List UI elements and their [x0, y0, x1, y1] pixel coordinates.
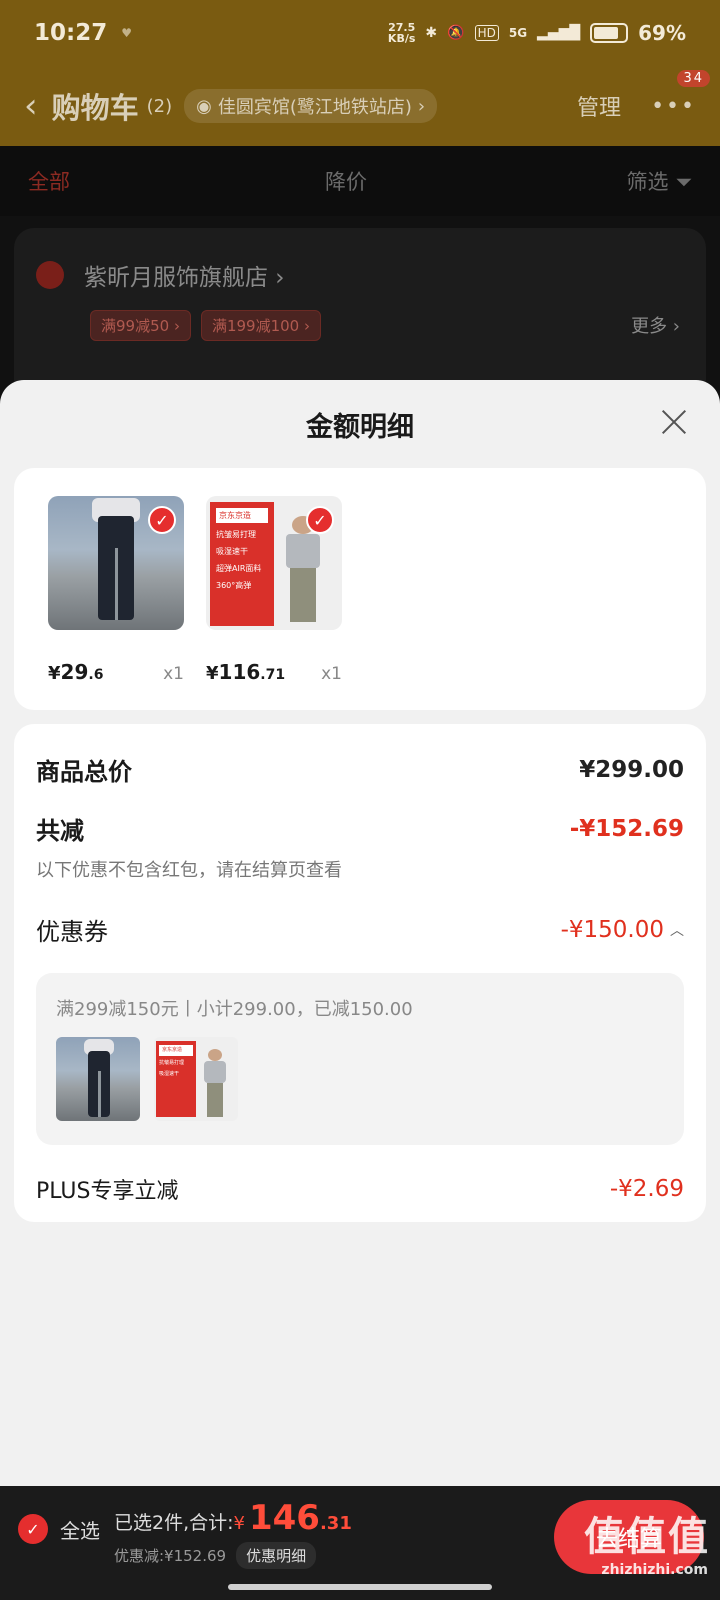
- store-more-link[interactable]: 更多 ›: [631, 312, 680, 338]
- sheet-title: 金额明细: [306, 411, 414, 443]
- thumb-text: 抗皱易打理: [216, 530, 256, 539]
- plus-label: PLUS专享立减: [36, 1179, 179, 1204]
- plus-value: -¥2.69: [609, 1176, 684, 1202]
- coupon-detail-text: 满299减150元丨小计299.00，已减150.00: [56, 999, 413, 1020]
- product-item[interactable]: 京东京造 抗皱易打理 吸湿速干 超弹AIR面料 360°高弹 ✓ ¥116.71…: [206, 496, 342, 684]
- product-thumbnail: 京东京造 抗皱易打理 吸湿速干 超弹AIR面料 360°高弹 ✓: [206, 496, 342, 630]
- back-icon[interactable]: ‹: [24, 86, 38, 126]
- home-indicator[interactable]: [228, 1584, 492, 1590]
- total-row: 商品总价 ¥299.00: [36, 752, 684, 787]
- battery-icon: [590, 23, 629, 43]
- checkout-bar: ✓ 全选 已选2件,合计: ¥ 146 .31 优惠减:¥152.69 优惠明细…: [0, 1486, 720, 1600]
- funnel-icon: ⏷: [675, 170, 692, 194]
- product-thumbnail: [56, 1037, 140, 1121]
- site-watermark: 值值值: [584, 1514, 710, 1560]
- thumb-text: 吸湿速干: [159, 1071, 180, 1077]
- tab-all[interactable]: 全部: [28, 166, 70, 196]
- manage-button[interactable]: 管理: [577, 90, 621, 122]
- checked-icon: ✓: [306, 506, 334, 534]
- total-decimal: .31: [319, 1513, 352, 1534]
- store-name[interactable]: 紫昕月服饰旗舰店 ›: [84, 258, 285, 292]
- product-thumbnail: 京东京造 抗皱易打理 吸湿速干: [154, 1037, 238, 1121]
- thumb-text: 超弹AIR面料: [216, 564, 262, 573]
- more-dots-icon: •••: [651, 93, 696, 119]
- select-all[interactable]: ✓ 全选: [18, 1514, 100, 1544]
- status-bar: 10:27 ♥ 27.5 KB/s ✱ 🔕 HD 5G ▂▄▆█ 69%: [0, 0, 720, 66]
- sheet-header: 金额明细: [0, 380, 720, 468]
- cart-header: ‹ 购物车 (2) ◉ 佳圆宾馆(鹭江地铁站店) › 管理 ••• 34: [0, 66, 720, 146]
- watermark-url: zhizhizhi.com: [601, 1562, 708, 1578]
- address-selector[interactable]: ◉ 佳圆宾馆(鹭江地铁站店) ›: [184, 89, 438, 123]
- page-title: 购物车: [51, 91, 139, 125]
- discount-note: 以下优惠不包含红包，请在结算页查看: [36, 860, 342, 881]
- discount-summary: 优惠减:¥152.69: [114, 1547, 227, 1565]
- battery-percent: 69%: [638, 21, 686, 45]
- total-amount: 146: [248, 1498, 320, 1538]
- coupon-row[interactable]: 优惠券 -¥150.00 ︿: [36, 912, 684, 947]
- discount-value: -¥152.69: [569, 815, 684, 842]
- thumb-text: 抗皱易打理: [159, 1060, 185, 1066]
- thumb-brand-tag: 京东京造: [216, 508, 268, 523]
- currency-symbol: ¥: [48, 663, 61, 684]
- bluetooth-icon: ✱: [425, 25, 438, 41]
- filter-button[interactable]: 筛选 ⏷: [627, 166, 693, 196]
- product-item[interactable]: ✓ ¥29.6 x1: [48, 496, 184, 684]
- thumb-brand-tag: 京东京造: [159, 1045, 193, 1056]
- signal-icon: ▂▄▆█: [537, 25, 581, 41]
- close-icon[interactable]: [654, 402, 694, 442]
- message-badge: 34: [677, 69, 710, 87]
- product-price: ¥29.6: [48, 660, 103, 684]
- more-button[interactable]: ••• 34: [651, 69, 710, 119]
- mute-icon: 🔕: [447, 25, 465, 41]
- heart-icon: ♥: [121, 26, 132, 40]
- speed-unit: KB/s: [387, 32, 416, 45]
- network-type: 5G: [508, 26, 528, 40]
- thumb-text: 吸湿速干: [216, 547, 248, 556]
- total-summary: 已选2件,合计: ¥ 146 .31 优惠减:¥152.69 优惠明细: [114, 1498, 352, 1569]
- coupon-products: 京东京造 抗皱易打理 吸湿速干: [56, 1037, 664, 1121]
- discount-detail-button[interactable]: 优惠明细: [236, 1542, 317, 1569]
- chevron-right-icon: ›: [417, 95, 426, 117]
- price-decimal: .71: [260, 667, 286, 683]
- status-icons: 27.5 KB/s ✱ 🔕 HD 5G ▂▄▆█ 69%: [388, 21, 686, 45]
- filter-label: 筛选: [626, 170, 669, 194]
- product-thumbnail: ✓: [48, 496, 184, 630]
- tab-price-drop[interactable]: 降价: [325, 166, 367, 196]
- product-price: ¥116.71: [206, 660, 285, 684]
- product-quantity: x1: [163, 664, 184, 684]
- store-coupon[interactable]: 满199减100 ›: [200, 310, 321, 341]
- total-value: ¥299.00: [579, 756, 684, 783]
- plus-row: PLUS专享立减 -¥2.69: [36, 1173, 684, 1205]
- network-speed: 27.5 KB/s: [388, 22, 415, 44]
- address-text: 佳圆宾馆(鹭江地铁站店): [217, 97, 412, 118]
- price-decimal: .6: [88, 667, 104, 683]
- cart-tabs: 全部 降价 筛选 ⏷: [0, 146, 720, 216]
- price-integer: 116: [218, 660, 261, 684]
- store-coupon[interactable]: 满99减50 ›: [90, 310, 191, 341]
- select-all-label: 全选: [60, 1518, 100, 1543]
- thumb-text: 360°高弹: [216, 581, 252, 590]
- store-check-icon[interactable]: [36, 261, 64, 289]
- checked-icon: ✓: [18, 1514, 48, 1544]
- status-time: 10:27: [34, 20, 108, 46]
- discount-label: 共减: [36, 817, 84, 845]
- total-label: 商品总价: [36, 758, 132, 786]
- product-list: ✓ ¥29.6 x1 京东京造 抗皱易打理 吸湿速干 超弹AIR面料 360°高…: [14, 468, 706, 710]
- price-breakdown: 商品总价 ¥299.00 共减 -¥152.69 以下优惠不包含红包，请在结算页…: [14, 724, 706, 1222]
- checked-icon: ✓: [148, 506, 176, 534]
- coupon-label: 优惠券: [36, 918, 108, 946]
- chevron-up-icon[interactable]: ︿: [670, 920, 684, 940]
- discount-row: 共减 -¥152.69: [36, 811, 684, 846]
- coupon-value: -¥150.00: [560, 916, 664, 943]
- currency-symbol: ¥: [206, 663, 219, 684]
- price-integer: 29: [60, 660, 89, 684]
- amount-detail-sheet: 金额明细 ✓ ¥29.6 x1 京东京造 抗皱易打理 吸湿速干 超弹AIR面料 …: [0, 380, 720, 1486]
- product-quantity: x1: [321, 664, 342, 684]
- selected-count: 已选2件,合计:: [114, 1512, 234, 1534]
- currency-symbol: ¥: [233, 1513, 245, 1534]
- cart-count: (2): [146, 95, 173, 117]
- eye-icon: ◉: [196, 95, 212, 117]
- coupon-detail-box: 满299减150元丨小计299.00，已减150.00 京东京造 抗皱易打理 吸…: [36, 973, 684, 1145]
- hd-icon: HD: [474, 25, 499, 41]
